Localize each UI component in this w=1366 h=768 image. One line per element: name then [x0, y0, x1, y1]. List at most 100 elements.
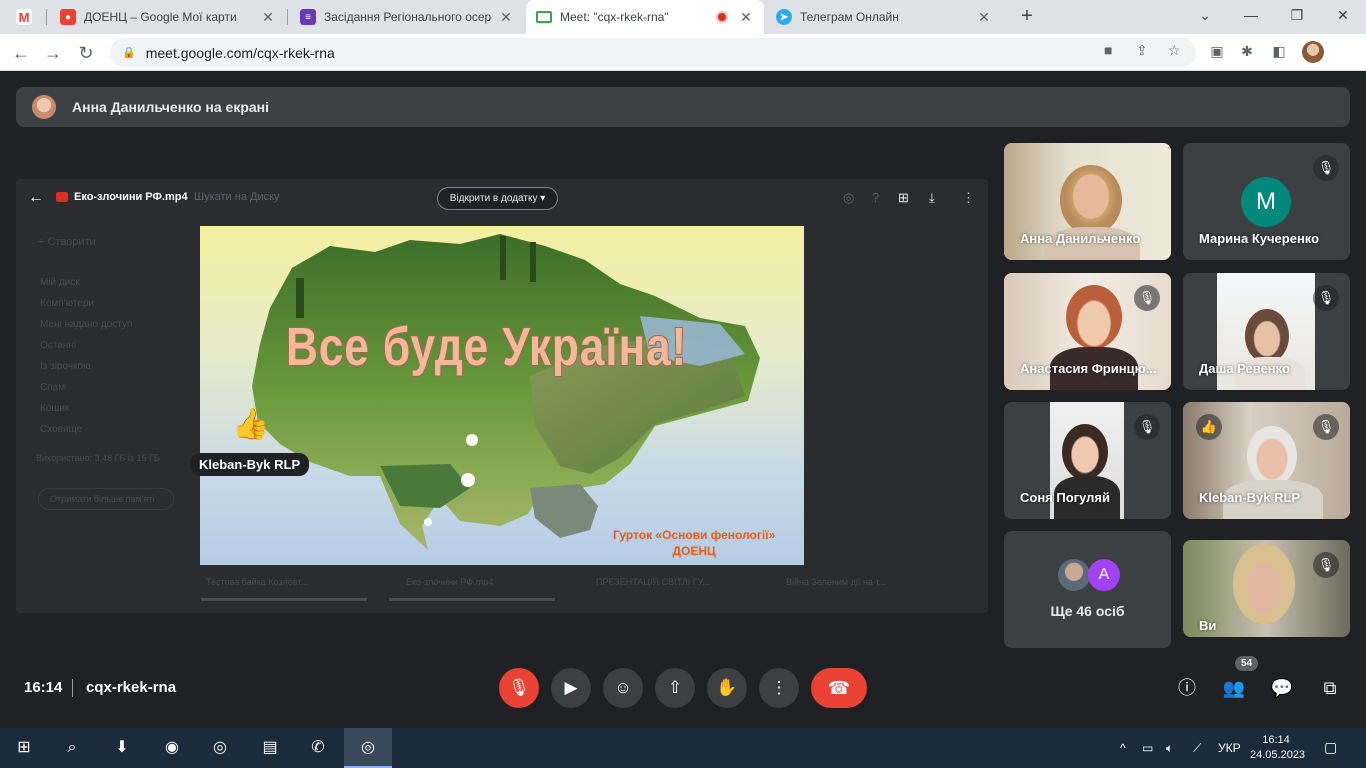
participant-tile[interactable]: Анна Данильченко [1004, 143, 1171, 260]
more-participants-tile[interactable]: A Ще 46 осіб [1004, 531, 1171, 648]
ukraine-map-image [252, 234, 760, 550]
bookmark-star-icon[interactable]: ☆ [1168, 42, 1181, 59]
participant-name: Анастасия Фринцю... [1020, 361, 1157, 376]
activities-icon[interactable]: ⧉ [1318, 676, 1342, 700]
camera-icon[interactable]: ■ [1104, 42, 1112, 58]
taskbar-clock[interactable]: 16:14 24.05.2023 [1250, 733, 1305, 763]
profile-avatar[interactable] [1302, 41, 1324, 63]
back-icon[interactable]: ← [8, 40, 34, 66]
camera-toggle-button[interactable]: ▶ [551, 668, 591, 708]
search-icon[interactable]: ⌕ [60, 736, 84, 760]
app-icon[interactable]: ▤ [258, 736, 282, 760]
side-panel-icon[interactable]: ◧ [1270, 42, 1288, 60]
drive-file-card: Війна Зеленим дії на т... [786, 577, 886, 587]
close-tab-icon[interactable]: ✕ [260, 9, 276, 26]
self-view-tile[interactable]: 🎙︎ Ви [1183, 540, 1350, 637]
tab-meet[interactable]: Meet: "cqx-rkek-rna" ✕ [526, 0, 764, 34]
more-options-button[interactable]: ⋮ [759, 668, 799, 708]
restore-button[interactable]: ❐ [1274, 0, 1320, 30]
participant-name: Ви [1199, 618, 1217, 633]
mic-off-icon: 🎙︎ [1313, 552, 1339, 578]
leave-call-button[interactable]: ☎ [811, 668, 867, 708]
participant-name: Анна Данильченко [1020, 231, 1141, 246]
forward-icon[interactable]: → [40, 40, 66, 66]
meeting-code: cqx-rkek-rna [86, 679, 177, 696]
language-indicator[interactable]: УКР [1218, 741, 1241, 755]
participant-face [1233, 544, 1295, 624]
tray-chevron-icon[interactable]: ^ [1120, 741, 1126, 755]
participant-face [1247, 426, 1297, 486]
participant-face [1066, 285, 1122, 349]
participant-tile[interactable]: 👍 🎙︎ Kleban-Byk RLP [1183, 402, 1350, 519]
participant-name: Марина Кучеренко [1199, 231, 1320, 246]
back-arrow-icon: ← [28, 189, 44, 206]
tab-telegram[interactable]: ➤ Телеграм Онлайн ✕ [766, 0, 1002, 34]
present-icon: ⇧ [667, 678, 683, 697]
extensions-puzzle-icon[interactable]: ✱ [1238, 42, 1256, 60]
share-icon[interactable]: ⇪ [1136, 42, 1148, 59]
drive-sidebar-item: Комп'ютери [40, 298, 95, 309]
app-icon[interactable]: ⬇ [110, 736, 134, 760]
gmail-icon: M [16, 9, 32, 25]
notifications-icon[interactable]: ▢ [1324, 739, 1337, 756]
thumbs-up-reaction-icon: 👍 [232, 408, 270, 441]
mic-toggle-button[interactable]: 🎙︎ [499, 668, 539, 708]
participant-tile[interactable]: M 🎙︎ Марина Кучеренко [1183, 143, 1350, 260]
participant-avatar: M [1241, 177, 1291, 227]
presenter-avatar [32, 95, 56, 119]
chat-icon[interactable]: 💬 [1270, 676, 1294, 700]
recording-icon [716, 11, 728, 23]
people-icon[interactable]: 👥 [1222, 676, 1246, 700]
network-icon[interactable]: ⟋ [1193, 741, 1201, 756]
chrome-icon[interactable]: ◎ [208, 736, 232, 760]
meet-icon [536, 11, 552, 23]
divider [72, 679, 73, 697]
tab-forms[interactable]: ≡ Засідання Регіонального осеред ✕ [290, 0, 524, 34]
comment-add-icon: ⊞ [898, 190, 909, 205]
minimize-button[interactable]: — [1228, 0, 1274, 30]
presenting-text: Анна Данильченко на екрані [72, 99, 270, 115]
tab-gmail[interactable]: M [6, 0, 44, 34]
participant-avatar: A [1088, 559, 1120, 591]
raised-hand-icon: 👍 [1196, 414, 1222, 440]
drive-card-divider [389, 598, 555, 601]
close-tab-icon[interactable]: ✕ [976, 9, 992, 26]
windows-start-icon[interactable]: ⊞ [12, 736, 36, 760]
maps-icon: ● [60, 9, 76, 25]
close-tab-icon[interactable]: ✕ [738, 9, 754, 26]
participant-tile[interactable]: 🎙︎ Даша Ревенко [1183, 273, 1350, 390]
file-name: Еко-злочини РФ.mp4 [56, 191, 188, 203]
participant-name: Соня Погуляй [1020, 490, 1110, 505]
reload-icon[interactable]: ↻ [73, 40, 99, 66]
drive-viewer-header: ← Еко-злочини РФ.mp4 Шукати на Диску Від… [16, 179, 988, 217]
tab-maps[interactable]: ● ДОЕНЦ – Google Мої карти ✕ [50, 0, 286, 34]
new-tab-button[interactable]: + [1016, 6, 1038, 28]
volume-icon[interactable]: 🔈︎ [1166, 741, 1173, 756]
raise-hand-button[interactable]: ✋ [707, 668, 747, 708]
url-field[interactable]: 🔒 meet.google.com/cqx-rkek-rna [110, 38, 1196, 67]
battery-icon[interactable]: ▭ [1142, 741, 1153, 755]
mic-off-icon: 🎙︎ [1313, 285, 1339, 311]
participant-avatar [1058, 559, 1090, 591]
tab-search-icon[interactable]: ⌄ [1182, 0, 1228, 30]
close-window-button[interactable]: ✕ [1320, 0, 1366, 30]
participant-tile[interactable]: 🎙︎ Соня Погуляй [1004, 402, 1171, 519]
status-icon: ◎ [843, 190, 855, 205]
extension-avatar-icon[interactable]: ▣ [1208, 42, 1226, 60]
presenting-banner: Анна Данильченко на екрані [16, 87, 1350, 127]
slide-title: Все буде Україна! [286, 317, 688, 377]
browser-tab-strip: M ● ДОЕНЦ – Google Мої карти ✕ ≡ Засідан… [0, 0, 1366, 34]
drive-sidebar-item: Кошик [40, 403, 70, 414]
app-icon[interactable]: ◉ [160, 736, 184, 760]
close-tab-icon[interactable]: ✕ [498, 9, 514, 26]
present-screen-button[interactable]: ⇧ [655, 668, 695, 708]
viber-icon[interactable]: ✆ [306, 736, 330, 760]
chrome-icon[interactable]: ◎ [356, 736, 380, 760]
mic-off-icon: 🎙︎ [508, 678, 530, 697]
videocam-icon: ▶ [564, 678, 578, 697]
forms-icon: ≡ [300, 9, 316, 25]
reactions-button[interactable]: ☺ [603, 668, 643, 708]
meeting-info-icon[interactable]: ⓘ [1175, 676, 1199, 700]
reaction-name-chip: Kleban-Byk RLP [190, 453, 310, 476]
participant-tile[interactable]: 🎙︎ Анастасия Фринцю... [1004, 273, 1171, 390]
